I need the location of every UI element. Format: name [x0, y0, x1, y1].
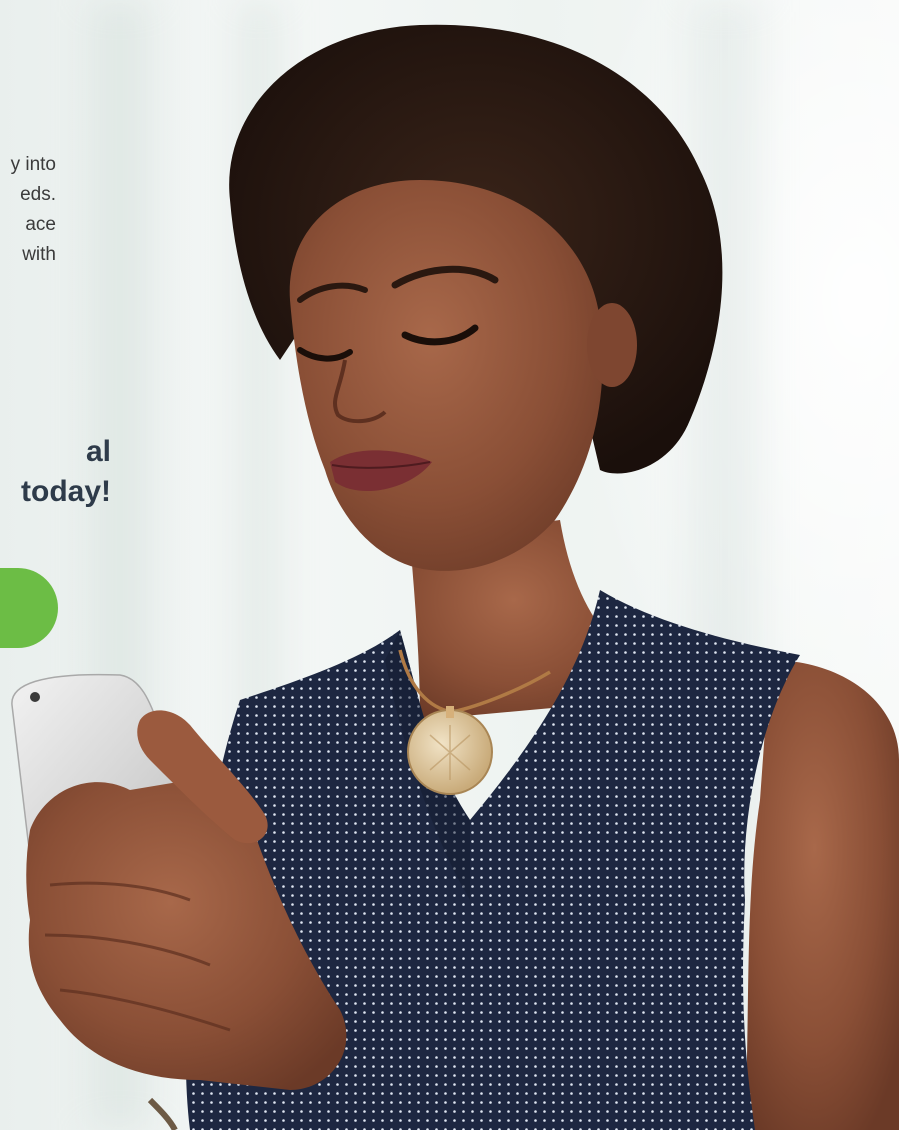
- hero-section: y into eds. ace with al today!: [0, 0, 899, 1130]
- hero-photo-woman-with-phone: [11, 24, 899, 1130]
